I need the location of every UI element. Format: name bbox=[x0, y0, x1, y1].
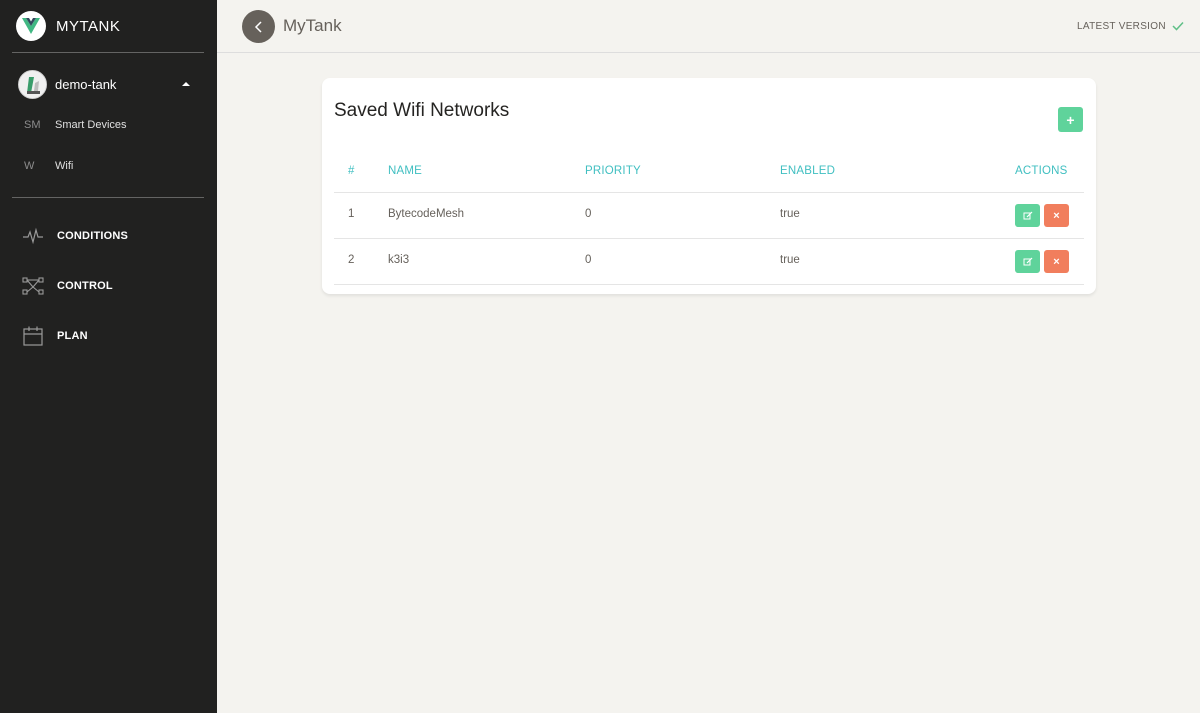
edit-icon bbox=[1023, 211, 1032, 219]
column-header-actions: ACTIONS bbox=[1015, 165, 1068, 177]
brand-name: MYTANK bbox=[56, 18, 121, 35]
app: MYTANK demo-tank SM Smart Devices W Wifi bbox=[0, 0, 1200, 713]
sidebar-divider bbox=[12, 52, 204, 53]
user-menu[interactable]: demo-tank bbox=[0, 68, 217, 100]
edit-icon bbox=[1023, 257, 1032, 265]
cell-priority: 0 bbox=[585, 208, 592, 220]
avatar bbox=[18, 70, 47, 99]
delete-button[interactable]: × bbox=[1044, 250, 1069, 273]
add-network-button[interactable]: + bbox=[1058, 107, 1083, 132]
brand[interactable]: MYTANK bbox=[0, 0, 217, 53]
version-status: LATEST VERSION bbox=[1077, 21, 1166, 32]
wifi-networks-table: # NAME PRIORITY ENABLED ACTIONS 1 Byteco… bbox=[334, 156, 1084, 285]
page-title: MyTank bbox=[283, 16, 342, 35]
cell-priority: 0 bbox=[585, 254, 592, 266]
calendar-icon bbox=[22, 325, 44, 347]
sidebar-item-smart-devices[interactable]: SM Smart Devices bbox=[0, 113, 217, 139]
table-header-row: # NAME PRIORITY ENABLED ACTIONS bbox=[334, 156, 1084, 193]
sidebar: MYTANK demo-tank SM Smart Devices W Wifi bbox=[0, 0, 217, 713]
cell-index: 1 bbox=[348, 208, 355, 220]
sidebar-item-label: PLAN bbox=[57, 330, 88, 342]
sidebar-item-label: Smart Devices bbox=[55, 119, 127, 131]
table-row: 2 k3i3 0 true × bbox=[334, 239, 1084, 285]
cell-index: 2 bbox=[348, 254, 355, 266]
sidebar-item-control[interactable]: CONTROL bbox=[0, 272, 217, 302]
sidebar-item-label: CONTROL bbox=[57, 280, 113, 292]
sidebar-item-label: Wifi bbox=[55, 160, 74, 172]
sidebar-item-label: CONDITIONS bbox=[57, 230, 129, 242]
sidebar-item-conditions[interactable]: CONDITIONS bbox=[0, 222, 217, 252]
sidebar-divider bbox=[12, 197, 204, 198]
cell-name: BytecodeMesh bbox=[388, 208, 465, 220]
wifi-networks-card: Saved Wifi Networks + # NAME PRIORITY EN… bbox=[322, 78, 1096, 294]
table-row: 1 BytecodeMesh 0 true × bbox=[334, 193, 1084, 239]
column-header-priority: PRIORITY bbox=[585, 165, 641, 177]
column-header-name: NAME bbox=[388, 165, 423, 177]
sidebar-item-abbr: W bbox=[24, 160, 35, 172]
pulse-icon bbox=[22, 225, 44, 247]
vue-logo-icon bbox=[16, 11, 46, 41]
edit-button[interactable] bbox=[1015, 250, 1040, 273]
check-icon bbox=[1172, 19, 1184, 31]
card-title: Saved Wifi Networks bbox=[334, 100, 510, 121]
edit-button[interactable] bbox=[1015, 204, 1040, 227]
cell-name: k3i3 bbox=[388, 254, 410, 266]
delete-button[interactable]: × bbox=[1044, 204, 1069, 227]
network-icon bbox=[22, 275, 44, 297]
caret-up-icon bbox=[182, 82, 190, 86]
topbar: MyTank LATEST VERSION bbox=[217, 0, 1200, 53]
cell-enabled: true bbox=[780, 208, 800, 220]
chevron-left-icon bbox=[254, 20, 262, 33]
back-button[interactable] bbox=[242, 10, 275, 43]
sidebar-item-plan[interactable]: PLAN bbox=[0, 322, 217, 352]
user-name: demo-tank bbox=[55, 77, 117, 92]
cell-enabled: true bbox=[780, 254, 800, 266]
sidebar-item-wifi[interactable]: W Wifi bbox=[0, 154, 217, 180]
column-header-index: # bbox=[348, 165, 355, 177]
column-header-enabled: ENABLED bbox=[780, 165, 836, 177]
sidebar-item-abbr: SM bbox=[24, 119, 41, 131]
